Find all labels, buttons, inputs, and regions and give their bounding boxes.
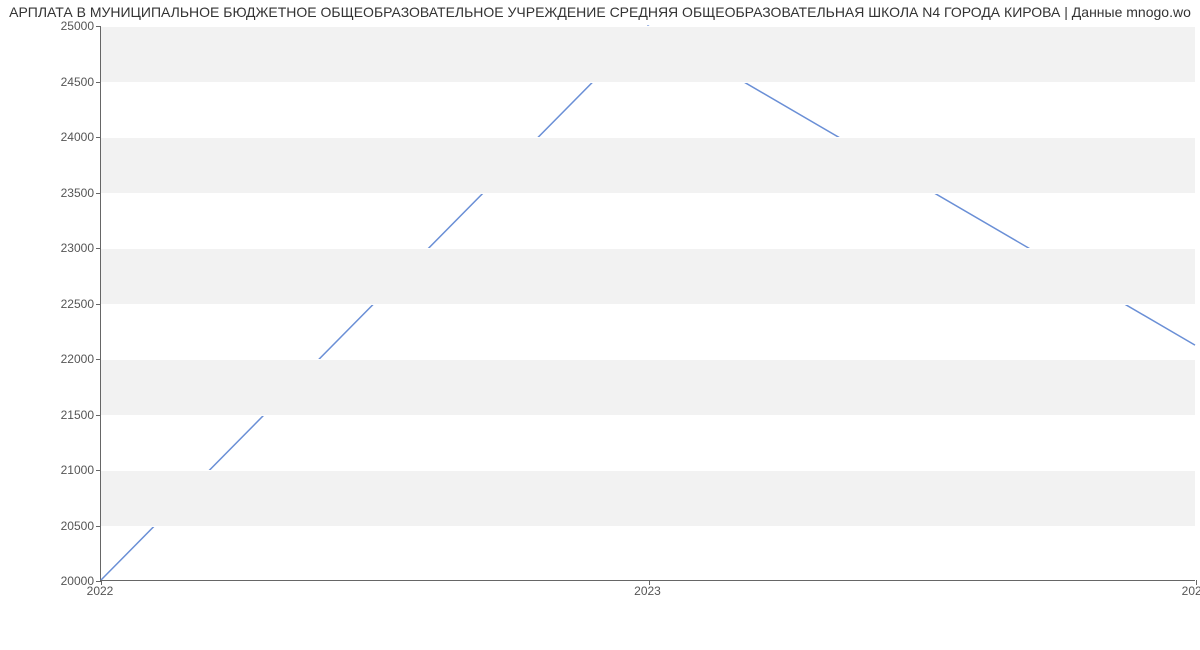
grid-line xyxy=(101,304,1195,305)
grid-line xyxy=(101,526,1195,527)
grid-band xyxy=(101,137,1195,193)
y-tick-mark xyxy=(96,248,101,249)
grid-line xyxy=(101,26,1195,27)
x-tick-label: 2023 xyxy=(634,584,661,598)
chart-title: АРПЛАТА В МУНИЦИПАЛЬНОЕ БЮДЖЕТНОЕ ОБЩЕОБ… xyxy=(0,4,1200,20)
y-tick-mark xyxy=(96,526,101,527)
grid-band xyxy=(101,26,1195,82)
y-tick-label: 20000 xyxy=(4,574,94,588)
y-tick-mark xyxy=(96,193,101,194)
grid-line xyxy=(101,137,1195,138)
y-tick-mark xyxy=(96,415,101,416)
grid-line xyxy=(101,415,1195,416)
y-tick-label: 22000 xyxy=(4,352,94,366)
y-tick-label: 22500 xyxy=(4,297,94,311)
y-tick-mark xyxy=(96,26,101,27)
grid-line xyxy=(101,193,1195,194)
y-tick-mark xyxy=(96,359,101,360)
x-tick-label: 2022 xyxy=(87,584,114,598)
chart-container: АРПЛАТА В МУНИЦИПАЛЬНОЕ БЮДЖЕТНОЕ ОБЩЕОБ… xyxy=(0,0,1200,650)
y-tick-label: 24500 xyxy=(4,75,94,89)
y-tick-label: 23500 xyxy=(4,186,94,200)
y-tick-label: 21000 xyxy=(4,463,94,477)
grid-band xyxy=(101,470,1195,526)
y-tick-mark xyxy=(96,304,101,305)
y-tick-mark xyxy=(96,137,101,138)
y-tick-label: 25000 xyxy=(4,19,94,33)
y-tick-label: 23000 xyxy=(4,241,94,255)
grid-line xyxy=(101,82,1195,83)
y-tick-mark xyxy=(96,82,101,83)
y-tick-label: 20500 xyxy=(4,519,94,533)
grid-band xyxy=(101,359,1195,415)
grid-line xyxy=(101,359,1195,360)
x-tick-label: 2024 xyxy=(1182,584,1200,598)
grid-line xyxy=(101,248,1195,249)
grid-band xyxy=(101,248,1195,304)
y-tick-label: 24000 xyxy=(4,130,94,144)
grid-line xyxy=(101,470,1195,471)
y-tick-mark xyxy=(96,470,101,471)
plot-area xyxy=(100,26,1195,581)
y-tick-label: 21500 xyxy=(4,408,94,422)
